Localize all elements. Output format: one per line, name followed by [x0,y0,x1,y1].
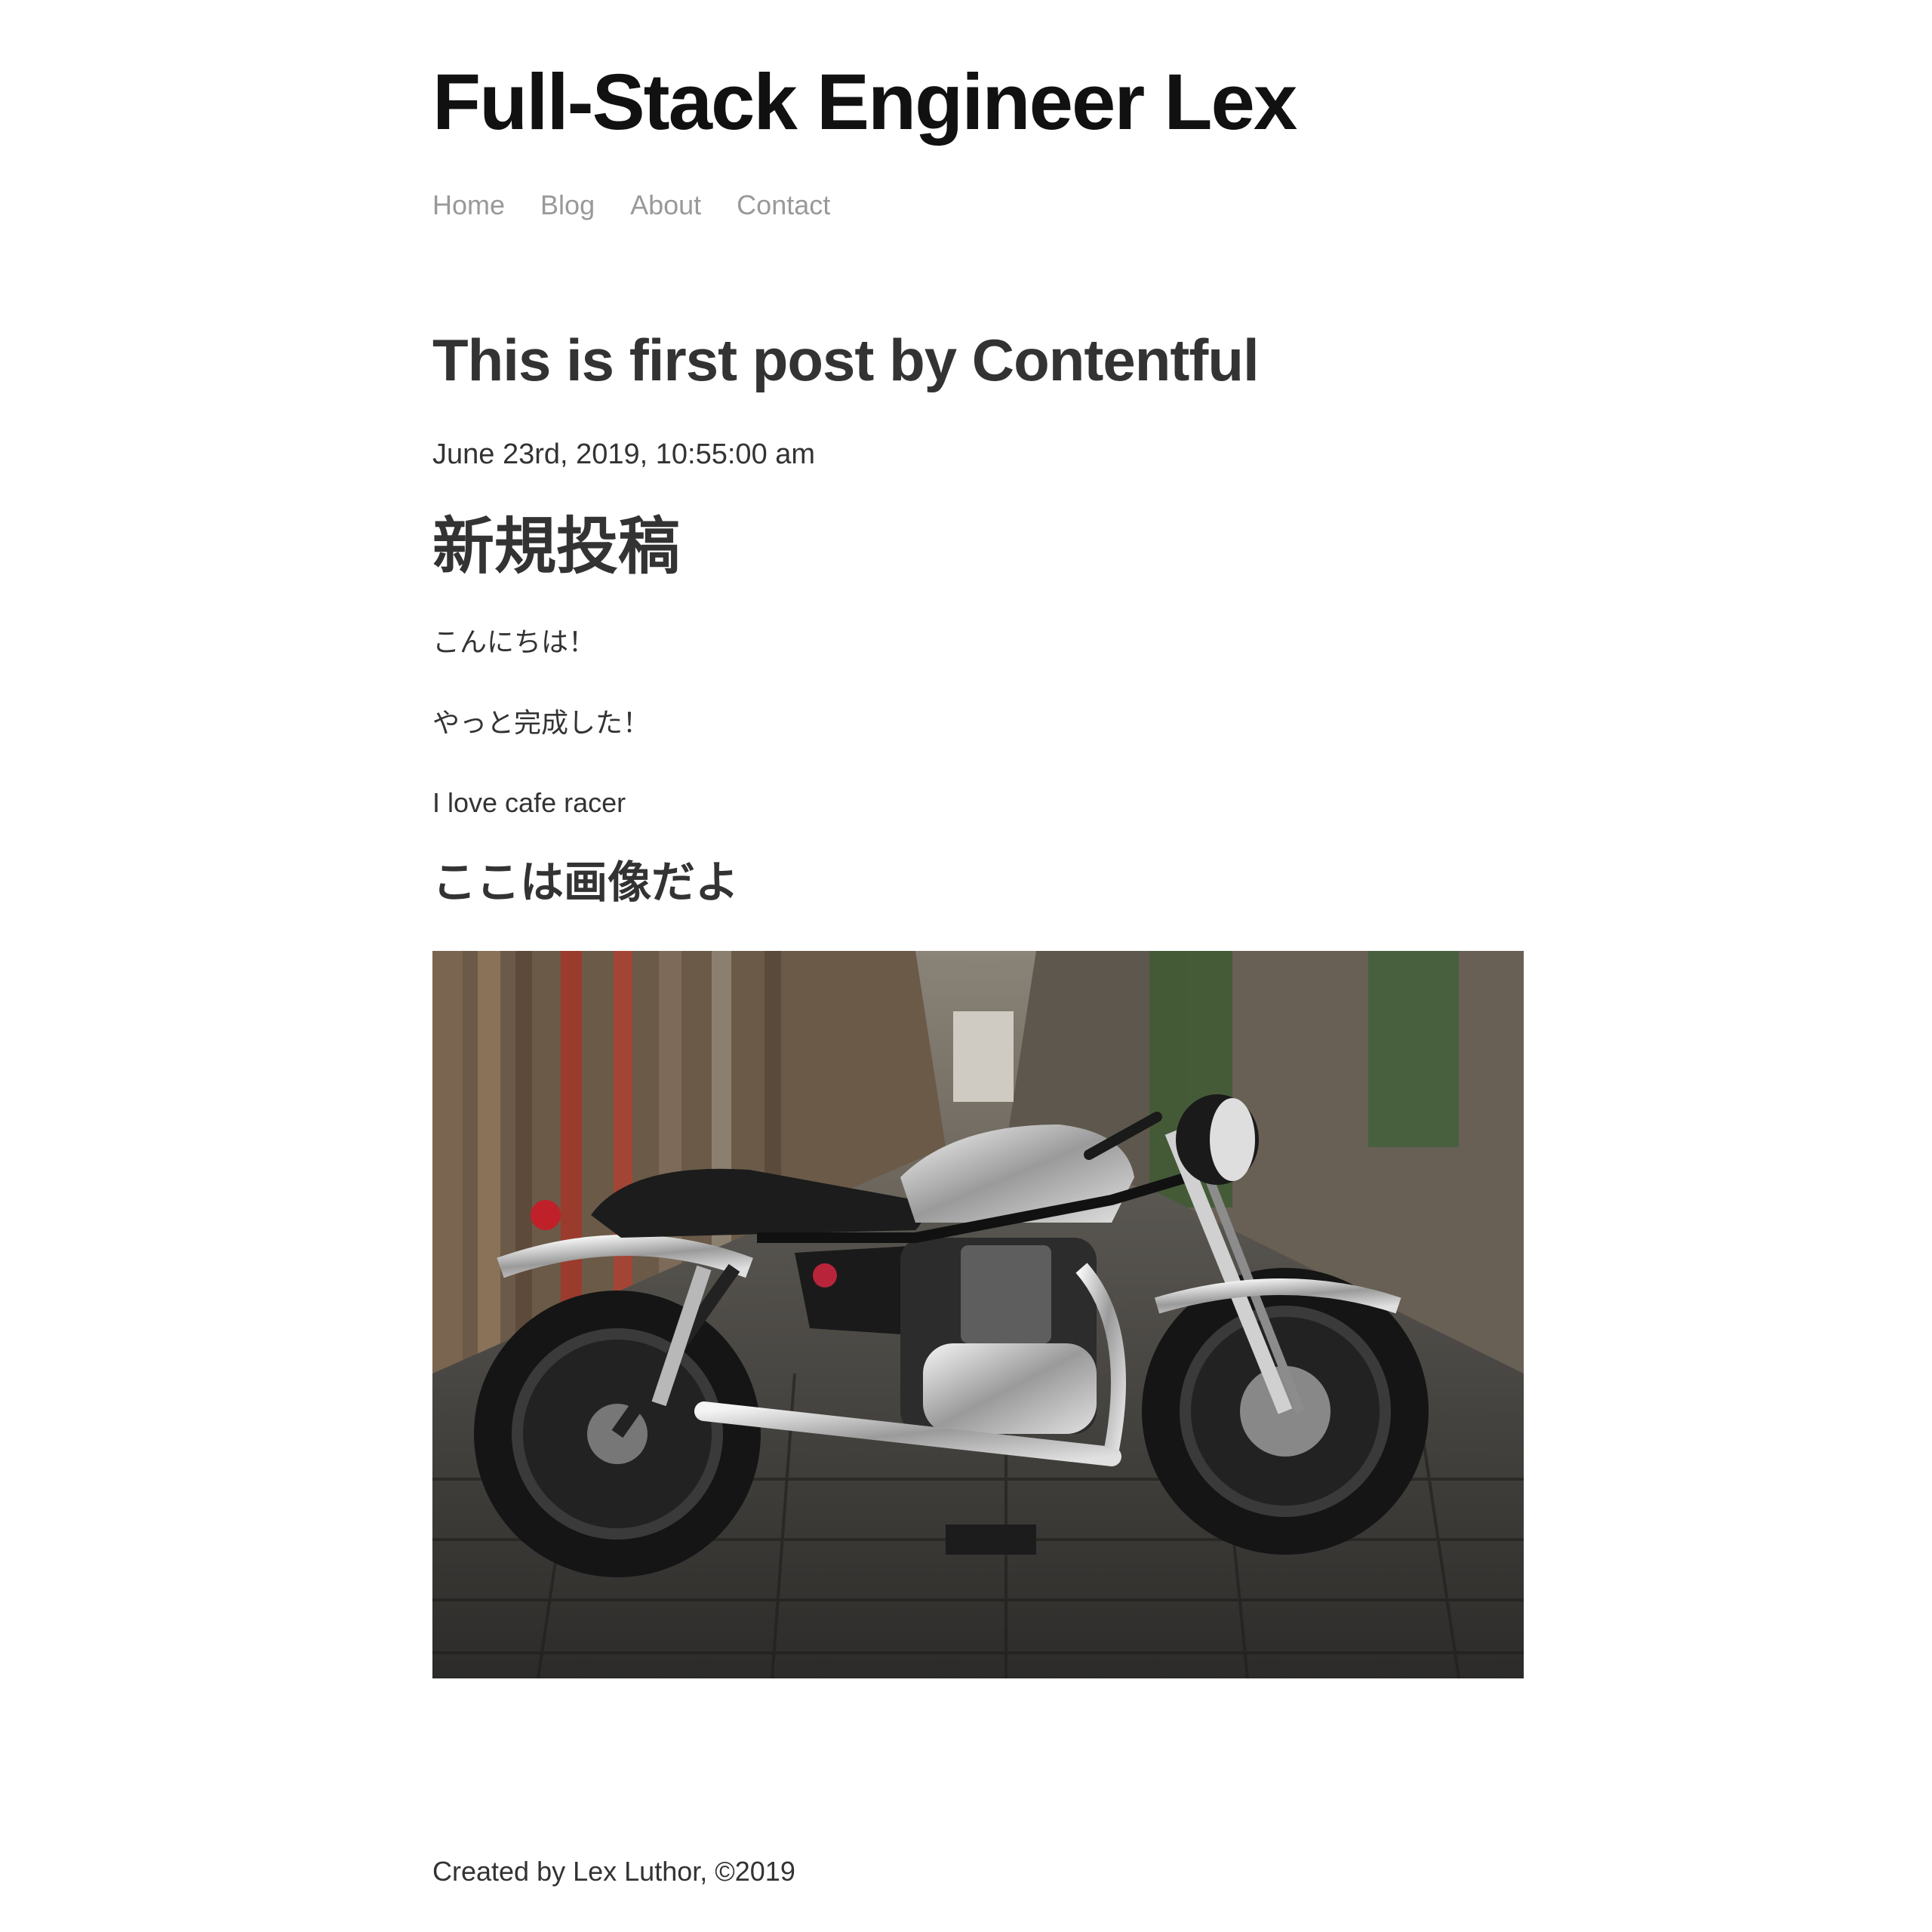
post-image [432,951,1524,1678]
post-paragraph: やっと完成した！ [432,707,651,738]
page: Full-Stack Engineer Lex Home Blog About … [0,0,1932,1932]
post-date: June 23rd, 2019, 10:55:00 am [432,438,816,470]
main-nav: Home Blog About Contact [432,189,830,221]
post-subheading: ここは画像だよ [432,858,740,907]
site-title[interactable]: Full-Stack Engineer Lex [432,59,1297,146]
nav-link-blog[interactable]: Blog [540,189,595,221]
post-paragraph: こんにちは！ [432,626,596,657]
motorcycle-illustration [432,951,1524,1678]
post-paragraph: I love cafe racer [432,787,626,818]
post-heading: 新規投稿 [432,512,681,581]
post-title: This is first post by Contentful [432,327,1260,393]
footer-text: Created by Lex Luthor, ©2019 [432,1856,795,1887]
nav-link-contact[interactable]: Contact [737,189,830,221]
nav-link-home[interactable]: Home [432,189,505,221]
nav-link-about[interactable]: About [630,189,701,221]
